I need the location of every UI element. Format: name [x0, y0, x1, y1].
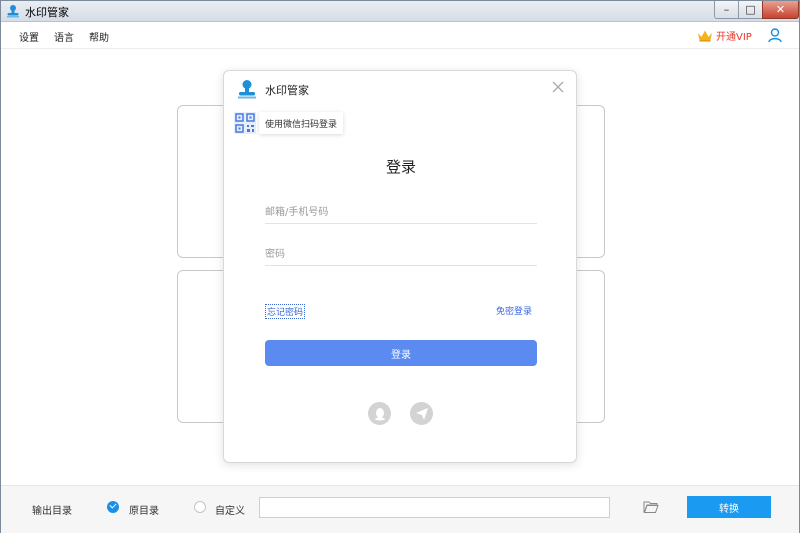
login-button[interactable]: 登录 [265, 340, 537, 366]
qr-code-icon [234, 112, 256, 134]
login-overlay: 水印管家 使用微信扫码登录 登录 忘记密码 免密登录 [0, 0, 800, 533]
login-dialog: 水印管家 使用微信扫码登录 登录 忘记密码 免密登录 [223, 70, 577, 463]
login-heading: 登录 [385, 158, 416, 176]
paper-plane-login-button[interactable] [410, 402, 433, 425]
password-input[interactable] [265, 244, 537, 266]
qq-icon [374, 407, 385, 420]
email-phone-input[interactable] [265, 202, 537, 224]
paper-plane-icon [415, 407, 428, 420]
dialog-brand: 水印管家 [265, 84, 309, 97]
close-icon[interactable] [551, 80, 565, 94]
stamp-icon [238, 80, 256, 99]
forgot-password-link[interactable]: 忘记密码 [265, 304, 306, 319]
qr-login-tip: 使用微信扫码登录 [259, 112, 344, 134]
qq-login-button[interactable] [368, 402, 391, 425]
wechat-qr-login[interactable]: 使用微信扫码登录 [234, 112, 344, 134]
passwordless-login-link[interactable]: 免密登录 [496, 304, 532, 317]
